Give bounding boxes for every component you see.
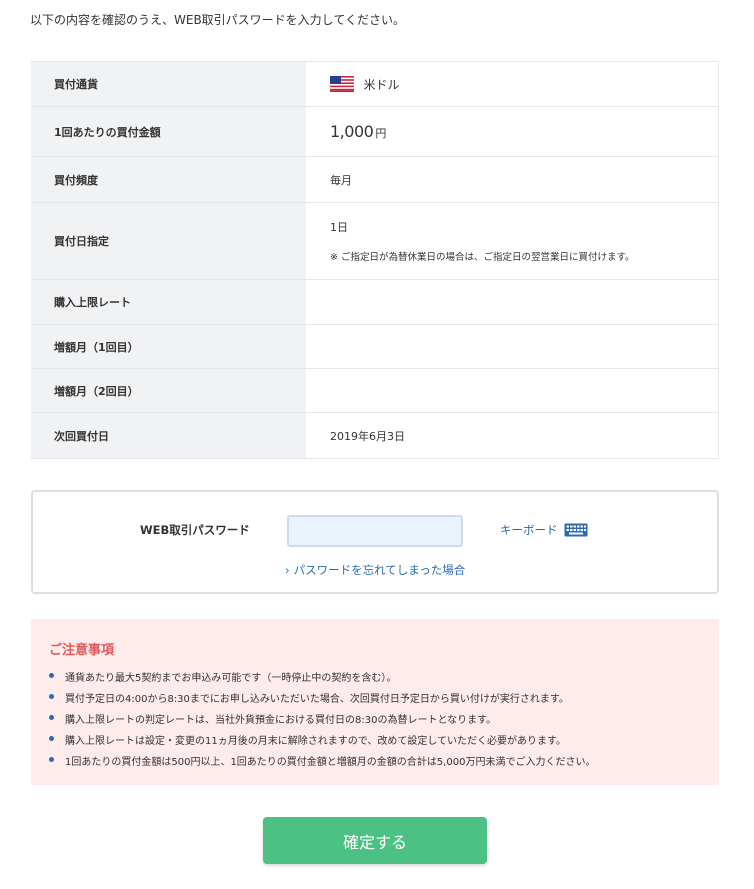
us-flag-icon xyxy=(330,76,354,92)
bullet-icon xyxy=(49,757,54,762)
list-item: 1回あたりの買付金額は500円以上、1回あたりの買付金額と増額月の金額の合計は5… xyxy=(49,753,719,774)
notice-title: ご注意事項 xyxy=(49,643,115,658)
frequency-label: 買付頻度 xyxy=(31,156,306,203)
currency-value: 米ドル xyxy=(363,77,400,92)
amount-label: 1回あたりの買付金額 xyxy=(31,106,306,157)
increase2-value xyxy=(306,368,719,413)
bullet-icon xyxy=(49,694,54,699)
table-row: 1回あたりの買付金額 1,000 円 xyxy=(31,106,719,157)
date-spec-cell: 1日 ※ ご指定日が為替休業日の場合は、ご指定日の翌営業日に買付けます。 xyxy=(306,202,719,280)
notice-item-text: 通貨あたり最大5契約までお申込み可能です（一時停止中の契約を含む）。 xyxy=(65,673,397,684)
frequency-value: 毎月 xyxy=(306,156,719,203)
list-item: 購入上限レートは設定・変更の11ヵ月後の月末に解除されますので、改めて設定してい… xyxy=(49,732,719,753)
date-spec-value: 1日 xyxy=(330,221,348,234)
upper-rate-value xyxy=(306,279,719,325)
table-row: 増額月（1回目） xyxy=(31,324,719,369)
table-row: 買付通貨 米ドル xyxy=(31,61,719,107)
list-item: 通貨あたり最大5契約までお申込み可能です（一時停止中の契約を含む）。 xyxy=(49,669,719,690)
notice-item-text: 購入上限レートは設定・変更の11ヵ月後の月末に解除されますので、改めて設定してい… xyxy=(65,736,567,747)
increase1-value xyxy=(306,324,719,369)
date-spec-note: ※ ご指定日が為替休業日の場合は、ご指定日の翌営業日に買付けます。 xyxy=(330,252,635,263)
password-label: WEB取引パスワード xyxy=(140,523,250,537)
amount-unit: 円 xyxy=(375,127,387,140)
next-date-value: 2019年6月3日 xyxy=(306,412,719,459)
amount-value-cell: 1,000 円 xyxy=(306,106,719,157)
password-input[interactable] xyxy=(287,515,463,547)
confirm-button[interactable]: 確定する xyxy=(263,817,487,864)
bullet-icon xyxy=(49,736,54,741)
table-row: 次回買付日 2019年6月3日 xyxy=(31,412,719,459)
amount-value: 1,000 xyxy=(330,122,374,141)
increase1-label: 増額月（1回目） xyxy=(31,324,306,369)
upper-rate-label: 購入上限レート xyxy=(31,279,306,325)
currency-value-cell: 米ドル xyxy=(306,61,719,107)
bullet-icon xyxy=(49,673,54,678)
chevron-right-icon: › xyxy=(285,563,290,577)
notice-panel: ご注意事項 通貨あたり最大5契約までお申込み可能です（一時停止中の契約を含む）。… xyxy=(31,619,719,785)
currency-label: 買付通貨 xyxy=(31,61,306,107)
forgot-password-link[interactable]: › パスワードを忘れてしまった場合 xyxy=(285,562,465,578)
table-row: 買付頻度 毎月 xyxy=(31,156,719,203)
software-keyboard-link[interactable]: キーボード xyxy=(500,522,588,538)
notice-item-text: 買付予定日の4:00から8:30までにお申し込みいただいた場合、次回買付日予定日… xyxy=(65,694,569,705)
increase2-label: 増額月（2回目） xyxy=(31,368,306,413)
keyboard-icon xyxy=(564,523,587,537)
table-row: 購入上限レート xyxy=(31,279,719,325)
keyboard-label: キーボード xyxy=(500,523,558,537)
list-item: 買付予定日の4:00から8:30までにお申し込みいただいた場合、次回買付日予定日… xyxy=(49,690,719,711)
notice-list: 通貨あたり最大5契約までお申込み可能です（一時停止中の契約を含む）。 買付予定日… xyxy=(49,669,719,774)
table-row: 買付日指定 1日 ※ ご指定日が為替休業日の場合は、ご指定日の翌営業日に買付けま… xyxy=(31,202,719,280)
notice-item-text: 購入上限レートの判定レートは、当社外貨預金における買付日の8:30の為替レートと… xyxy=(65,715,497,726)
order-summary-table: 買付通貨 米ドル 1回あたりの買付金額 1,000 円 買付頻度 毎月 買付日指定 xyxy=(31,61,719,459)
intro-text: 以下の内容を確認のうえ、WEB取引パスワードを入力してください。 xyxy=(30,13,405,27)
list-item: 購入上限レートの判定レートは、当社外貨預金における買付日の8:30の為替レートと… xyxy=(49,711,719,732)
forgot-password-label: パスワードを忘れてしまった場合 xyxy=(293,563,466,577)
date-spec-label: 買付日指定 xyxy=(31,202,306,280)
next-date-label: 次回買付日 xyxy=(31,412,306,459)
notice-item-text: 1回あたりの買付金額は500円以上、1回あたりの買付金額と増額月の金額の合計は5… xyxy=(65,757,596,768)
table-row: 増額月（2回目） xyxy=(31,368,719,413)
bullet-icon xyxy=(49,715,54,720)
password-panel: WEB取引パスワード キーボード › パスワードを忘れてしまった場合 xyxy=(31,490,719,594)
